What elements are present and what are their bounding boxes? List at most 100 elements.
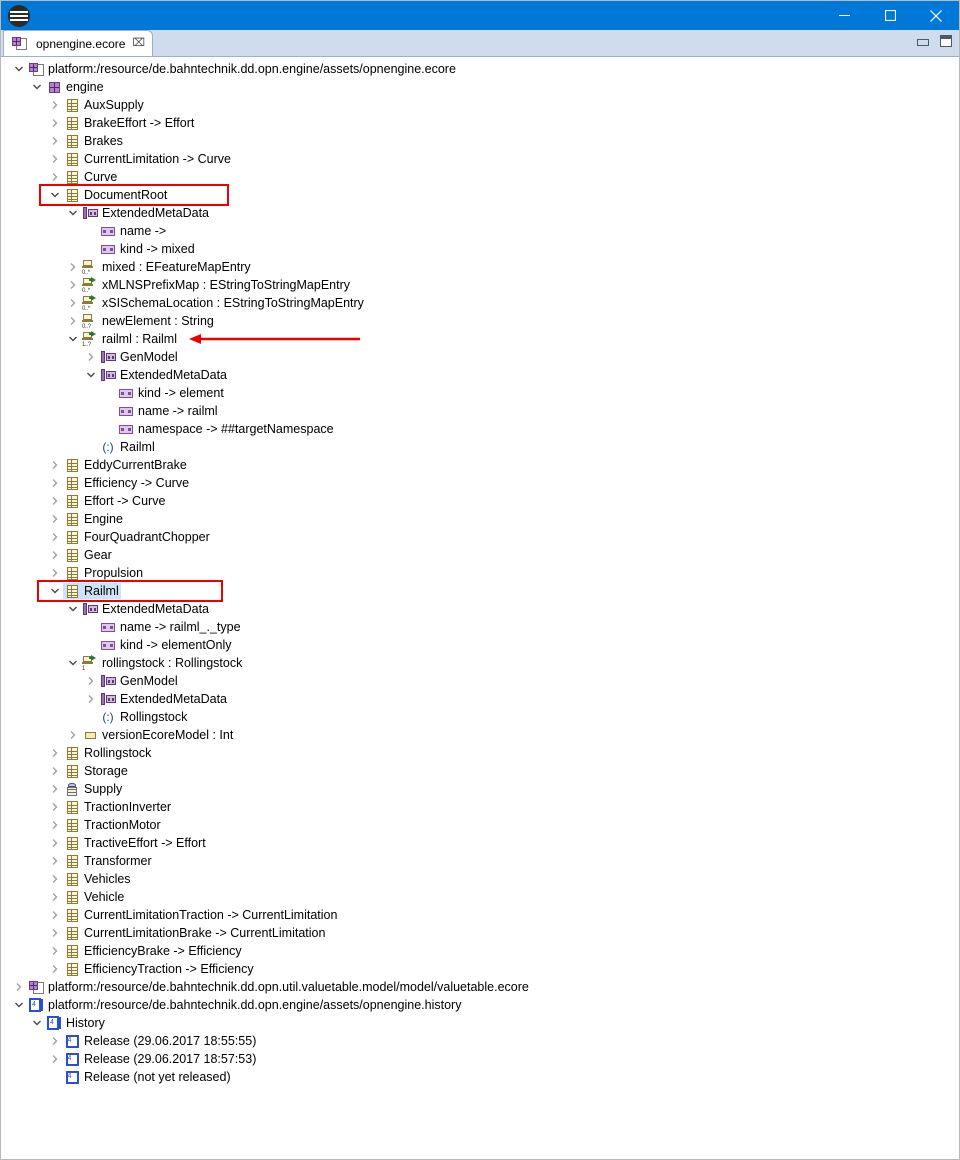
chevron-right-icon[interactable]	[65, 312, 81, 330]
tree-row-content[interactable]: CurrentLimitation -> Curve	[63, 151, 231, 167]
tree-row-content[interactable]: 4 platform:/resource/de.bahntechnik.dd.op…	[27, 997, 461, 1013]
tree-row[interactable]: kind -> mixed	[1, 240, 959, 258]
chevron-right-icon[interactable]	[83, 672, 99, 690]
chevron-right-icon[interactable]	[47, 456, 63, 474]
tree-row[interactable]: name -> railml	[1, 402, 959, 420]
tree-row-content[interactable]: Supply	[63, 781, 122, 797]
chevron-right-icon[interactable]	[65, 294, 81, 312]
tree-row-content[interactable]: name -> railml_._type	[99, 619, 241, 635]
tree-row-content[interactable]: ExtendedMetaData	[99, 691, 227, 707]
tree-row[interactable]: name ->	[1, 222, 959, 240]
chevron-right-icon[interactable]	[47, 816, 63, 834]
tree-row[interactable]: AuxSupply	[1, 96, 959, 114]
chevron-right-icon[interactable]	[47, 942, 63, 960]
tree-row-content[interactable]: Rollingstock	[63, 745, 151, 761]
chevron-right-icon[interactable]	[83, 690, 99, 708]
chevron-right-icon[interactable]	[47, 960, 63, 978]
chevron-right-icon[interactable]	[65, 726, 81, 744]
tree-row[interactable]: 0..? newElement : String	[1, 312, 959, 330]
tree-row[interactable]: ExtendedMetaData	[1, 600, 959, 618]
tree-row[interactable]: Railml	[1, 582, 959, 600]
tree-row-content[interactable]: 4 Release (29.06.2017 18:57:53)	[63, 1051, 256, 1067]
tree-row-content[interactable]: Vehicle	[63, 889, 124, 905]
tree-row-content[interactable]: Propulsion	[63, 565, 143, 581]
ecore-model-tree[interactable]: platform:/resource/de.bahntechnik.dd.opn…	[1, 57, 959, 1157]
tree-row[interactable]: Supply	[1, 780, 959, 798]
tree-row-content[interactable]: TractionInverter	[63, 799, 171, 815]
tree-row[interactable]: 4 Release (29.06.2017 18:55:55)	[1, 1032, 959, 1050]
tree-row-content[interactable]: ExtendedMetaData	[99, 367, 227, 383]
tree-row-content[interactable]: Railml	[63, 583, 121, 599]
chevron-right-icon[interactable]	[47, 1050, 63, 1068]
tree-row[interactable]: platform:/resource/de.bahntechnik.dd.opn…	[1, 60, 959, 78]
tree-row[interactable]: GenModel	[1, 672, 959, 690]
chevron-down-icon[interactable]	[47, 582, 63, 600]
tree-row[interactable]: engine	[1, 78, 959, 96]
tree-row[interactable]: Gear	[1, 546, 959, 564]
tree-row[interactable]: ExtendedMetaData	[1, 690, 959, 708]
chevron-right-icon[interactable]	[83, 348, 99, 366]
tree-row[interactable]: BrakeEffort -> Effort	[1, 114, 959, 132]
tree-row[interactable]: 0..* xSISchemaLocation : EStringToStringM…	[1, 294, 959, 312]
tree-row[interactable]: Storage	[1, 762, 959, 780]
tree-row-content[interactable]: namespace -> ##targetNamespace	[117, 421, 334, 437]
chevron-right-icon[interactable]	[65, 276, 81, 294]
chevron-right-icon[interactable]	[47, 114, 63, 132]
tree-row[interactable]: 4 platform:/resource/de.bahntechnik.dd.op…	[1, 996, 959, 1014]
tree-row-content[interactable]: 0..* xMLNSPrefixMap : EStringToStringMapE…	[81, 277, 350, 294]
tree-row-content[interactable]: 4 History	[45, 1015, 105, 1031]
chevron-right-icon[interactable]	[47, 744, 63, 762]
tree-row-content[interactable]: Engine	[63, 511, 123, 527]
chevron-right-icon[interactable]	[47, 132, 63, 150]
tree-row[interactable]: GenModel	[1, 348, 959, 366]
tree-row[interactable]: kind -> elementOnly	[1, 636, 959, 654]
chevron-down-icon[interactable]	[65, 600, 81, 618]
tree-row[interactable]: versionEcoreModel : Int	[1, 726, 959, 744]
chevron-right-icon[interactable]	[47, 852, 63, 870]
chevron-down-icon[interactable]	[29, 78, 45, 96]
tree-row[interactable]: EddyCurrentBrake	[1, 456, 959, 474]
tree-row[interactable]: Curve	[1, 168, 959, 186]
chevron-down-icon[interactable]	[65, 654, 81, 672]
chevron-right-icon[interactable]	[11, 978, 27, 996]
tree-row[interactable]: namespace -> ##targetNamespace	[1, 420, 959, 438]
tree-row[interactable]: TractiveEffort -> Effort	[1, 834, 959, 852]
chevron-down-icon[interactable]	[11, 60, 27, 78]
tree-row-content[interactable]: GenModel	[99, 673, 178, 689]
tree-row-content[interactable]: TractiveEffort -> Effort	[63, 835, 206, 851]
tree-row[interactable]: Effort -> Curve	[1, 492, 959, 510]
tree-row[interactable]: ExtendedMetaData	[1, 366, 959, 384]
tree-row[interactable]: 0..* mixed : EFeatureMapEntry	[1, 258, 959, 276]
tree-row-content[interactable]: Curve	[63, 169, 117, 185]
tree-row-content[interactable]: kind -> element	[117, 385, 224, 401]
tree-row[interactable]: TractionMotor	[1, 816, 959, 834]
tree-row-content[interactable]: BrakeEffort -> Effort	[63, 115, 194, 131]
tree-row-content[interactable]: AuxSupply	[63, 97, 144, 113]
tree-row[interactable]: EfficiencyBrake -> Efficiency	[1, 942, 959, 960]
tab-opnengine-ecore[interactable]: opnengine.ecore ⌧	[3, 30, 154, 56]
tree-row-content[interactable]: EddyCurrentBrake	[63, 457, 187, 473]
tree-row-content[interactable]: 1 rollingstock : Rollingstock	[81, 655, 242, 672]
tree-row[interactable]: CurrentLimitationBrake -> CurrentLimitat…	[1, 924, 959, 942]
chevron-down-icon[interactable]	[11, 996, 27, 1014]
tree-row-content[interactable]: (:) Rollingstock	[99, 709, 187, 725]
tree-row-content[interactable]: ExtendedMetaData	[81, 205, 209, 221]
tree-row-content[interactable]: CurrentLimitationTraction -> CurrentLimi…	[63, 907, 337, 923]
chevron-right-icon[interactable]	[47, 780, 63, 798]
chevron-right-icon[interactable]	[47, 924, 63, 942]
chevron-down-icon[interactable]	[65, 204, 81, 222]
chevron-down-icon[interactable]	[83, 366, 99, 384]
tree-row[interactable]: 1 rollingstock : Rollingstock	[1, 654, 959, 672]
tree-row-content[interactable]: 0..* xSISchemaLocation : EStringToStringM…	[81, 295, 364, 312]
tree-row-content[interactable]: platform:/resource/de.bahntechnik.dd.opn…	[27, 61, 456, 77]
tree-row[interactable]: TractionInverter	[1, 798, 959, 816]
chevron-right-icon[interactable]	[47, 1032, 63, 1050]
chevron-right-icon[interactable]	[47, 474, 63, 492]
chevron-right-icon[interactable]	[65, 258, 81, 276]
tree-row[interactable]: Engine	[1, 510, 959, 528]
tree-row[interactable]: Efficiency -> Curve	[1, 474, 959, 492]
chevron-right-icon[interactable]	[47, 564, 63, 582]
tree-row-content[interactable]: Vehicles	[63, 871, 131, 887]
tree-row[interactable]: DocumentRoot	[1, 186, 959, 204]
chevron-right-icon[interactable]	[47, 762, 63, 780]
